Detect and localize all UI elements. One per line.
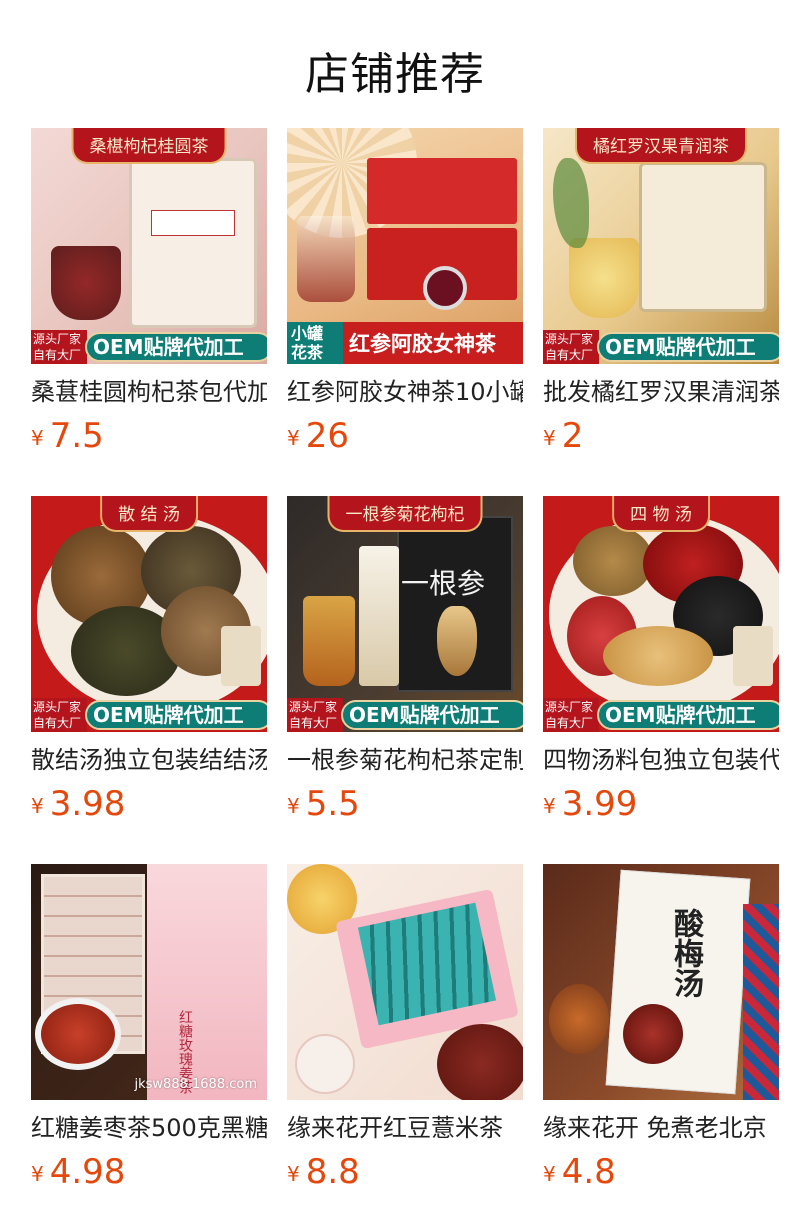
product-price: ¥3.99 [543,784,638,824]
oem-badge: 源头厂家 自有大厂 OEM贴牌代加工 [543,698,779,732]
section-title: 店铺推荐 [305,49,485,100]
product-price: ¥3.98 [31,784,126,824]
product-image[interactable] [287,864,523,1100]
product-card[interactable]: 缘来花开红豆薏米茶 ¥8.8 [287,864,523,1194]
product-card[interactable]: 四 物 汤 源头厂家 自有大厂 OEM贴牌代加工 四物汤料包独立包装代 ¥3.99 [543,496,779,826]
product-price: ¥8.8 [287,1152,360,1192]
product-price: ¥7.5 [31,416,104,456]
shop-recommend-page: 店铺推荐 桑椹枸杞桂圆茶 源头厂家 自有大厂 OEM贴牌代加工 桑葚桂圆枸杞茶包代… [0,0,790,1232]
product-card[interactable]: 酸梅汤 缘来花开 免煮老北京 ¥4.8 [543,864,779,1194]
product-price: ¥4.8 [543,1152,616,1192]
product-ribbon: 散 结 汤 [100,496,198,532]
product-name[interactable]: 四物汤料包独立包装代 [543,744,779,776]
product-price: ¥2 [543,416,584,456]
product-name[interactable]: 红糖姜枣茶500克黑糖 [31,1112,267,1144]
product-ribbon: 桑椹枸杞桂圆茶 [71,128,227,164]
product-name[interactable]: 散结汤独立包装结结汤 [31,744,267,776]
product-price: ¥4.98 [31,1152,126,1192]
oem-badge: 源头厂家 自有大厂 OEM贴牌代加工 [31,330,267,364]
product-card[interactable]: 橘红罗汉果青润茶 源头厂家 自有大厂 OEM贴牌代加工 批发橘红罗汉果清润茶 ¥2 [543,128,779,458]
product-name[interactable]: 缘来花开 免煮老北京 [543,1112,779,1144]
product-image[interactable]: 一根参 一根参菊花枸杞 源头厂家 自有大厂 OEM贴牌代加工 [287,496,523,732]
promo-banner-text: 红参阿胶女神茶 [349,332,496,356]
oem-badge: 源头厂家 自有大厂 OEM贴牌代加工 [287,698,523,732]
box-label: 酸梅汤 [668,908,703,998]
product-card[interactable]: 桑椹枸杞桂圆茶 源头厂家自有大厂 OEM贴牌代加工 桑葚桂圆枸杞茶包代加工 ¥7… [31,128,267,458]
product-price: ¥5.5 [287,784,360,824]
product-ribbon: 一根参菊花枸杞 [327,496,483,532]
product-image[interactable]: 桑椹枸杞桂圆茶 源头厂家 自有大厂 OEM贴牌代加工 [31,128,267,364]
product-name[interactable]: 批发橘红罗汉果清润茶 [543,376,779,408]
product-price: ¥26 [287,416,349,456]
image-watermark: jksw888.1688.com [134,1077,257,1092]
product-image[interactable]: 小罐 花茶 红参阿胶女神茶 [287,128,523,364]
product-name[interactable]: 红参阿胶女神茶10小罐 [287,376,523,408]
promo-banner-small: 小罐 花茶 [287,322,343,364]
product-image[interactable]: 橘红罗汉果青润茶 源头厂家 自有大厂 OEM贴牌代加工 [543,128,779,364]
oem-badge: 源头厂家 自有大厂 OEM贴牌代加工 [543,330,779,364]
product-name[interactable]: 缘来花开红豆薏米茶 [287,1112,523,1144]
product-card[interactable]: 小罐 花茶 红参阿胶女神茶 红参阿胶女神茶10小罐 ¥26 [287,128,523,458]
product-ribbon: 橘红罗汉果青润茶 [575,128,747,164]
product-name[interactable]: 一根参菊花枸杞茶定制 [287,744,523,776]
oem-badge: 源头厂家 自有大厂 OEM贴牌代加工 [31,698,267,732]
box-label: 一根参 [401,567,486,600]
product-image[interactable]: 四 物 汤 源头厂家 自有大厂 OEM贴牌代加工 [543,496,779,732]
product-image[interactable]: 酸梅汤 [543,864,779,1100]
product-card[interactable]: 红糖玫瑰姜茶 jksw888.1688.com 红糖姜枣茶500克黑糖 ¥4.9… [31,864,267,1194]
product-ribbon: 四 物 汤 [612,496,710,532]
product-image[interactable]: 散 结 汤 源头厂家 自有大厂 OEM贴牌代加工 [31,496,267,732]
product-card[interactable]: 一根参 一根参菊花枸杞 源头厂家 自有大厂 OEM贴牌代加工 一根参菊花枸杞茶定制… [287,496,523,826]
product-image[interactable]: 红糖玫瑰姜茶 jksw888.1688.com [31,864,267,1100]
product-name[interactable]: 桑葚桂圆枸杞茶包代加工 [31,376,267,408]
product-card[interactable]: 散 结 汤 源头厂家 自有大厂 OEM贴牌代加工 散结汤独立包装结结汤 ¥3.98 [31,496,267,826]
